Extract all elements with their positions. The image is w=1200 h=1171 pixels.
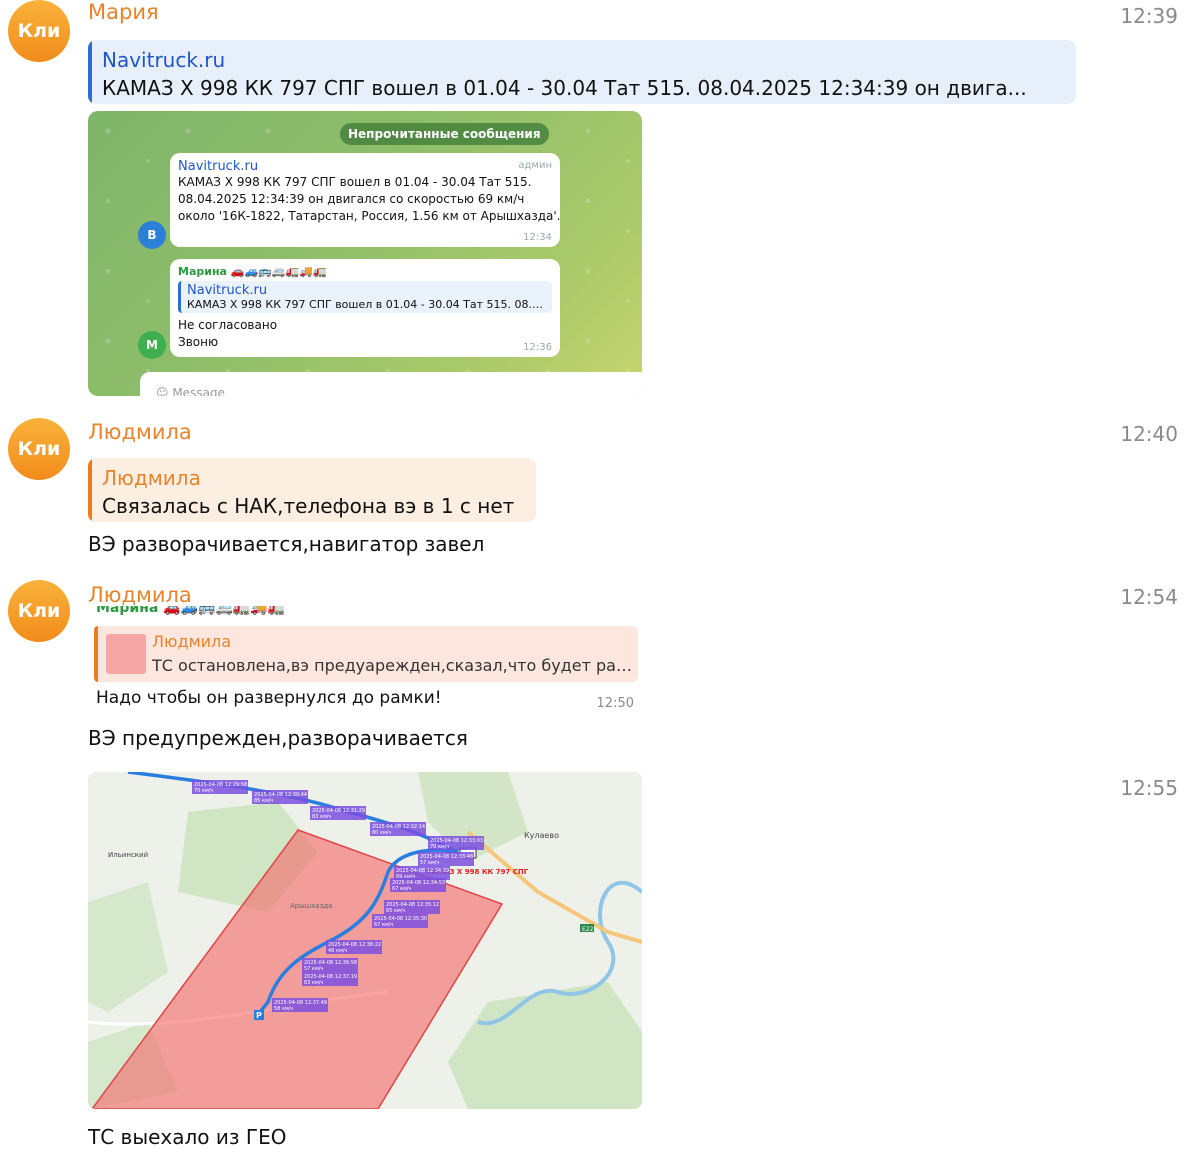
message-time: 12:40 bbox=[1120, 422, 1178, 446]
bubble-sender: Марина 🚗🚙🚌🚐🚛🚚🚛 bbox=[96, 606, 286, 616]
road-label: E22 bbox=[582, 926, 594, 933]
avatar[interactable]: Кли bbox=[8, 418, 70, 480]
bubble-time: 12:50 bbox=[596, 696, 634, 711]
bubble-time: 12:34 bbox=[523, 232, 552, 243]
avatar: M bbox=[138, 331, 166, 359]
town-label: Ильинский bbox=[108, 851, 148, 859]
reply-text: Связалась с НАК,телефона вэ в 1 с нет bbox=[102, 494, 515, 518]
bubble-time: 12:36 bbox=[523, 342, 552, 353]
screenshot-image[interactable]: Марина 🚗🚙🚌🚐🚛🚚🚛 Людмила ТС остановлена,вэ… bbox=[88, 606, 640, 718]
track-point-label: 2025-04-08 12:29:5870 км/ч bbox=[192, 780, 248, 794]
message-text: ТС выехало из ГЕО bbox=[88, 1125, 287, 1149]
track-point-label: 2025-04-08 12:36:2248 км/ч bbox=[326, 940, 382, 954]
track-point-speed: 57 км/ч bbox=[304, 966, 323, 972]
track-point-speed: 70 км/ч bbox=[430, 844, 449, 850]
sender-name[interactable]: Людмила bbox=[88, 583, 192, 607]
avatar[interactable]: Кли bbox=[8, 580, 70, 642]
track-point-speed: 70 км/ч bbox=[194, 788, 213, 794]
quote-thumbnail bbox=[106, 634, 146, 674]
screenshot-image[interactable]: Непрочитанные сообщения B Navitruck.ru а… bbox=[88, 111, 642, 396]
reply-quote[interactable]: Людмила Связалась с НАК,телефона вэ в 1 … bbox=[88, 458, 536, 522]
track-point-speed: 83 км/ч bbox=[312, 814, 331, 820]
track-point-speed: 57 км/ч bbox=[420, 860, 439, 866]
message-time: 12:55 bbox=[1120, 776, 1178, 800]
bubble-quote: Людмила ТС остановлена,вэ предуарежден,с… bbox=[94, 626, 638, 682]
track-point-speed: 67 км/ч bbox=[374, 922, 393, 928]
bubble-line: Не согласовано bbox=[178, 318, 278, 332]
message-text: ВЭ предупрежден,разворачивается bbox=[88, 726, 468, 750]
quote-text: ТС остановлена,вэ предуарежден,сказал,чт… bbox=[152, 656, 634, 675]
message-time: 12:54 bbox=[1120, 585, 1178, 609]
message-text: ВЭ разворачивается,навигатор завел bbox=[88, 532, 485, 556]
message-placeholder: Message bbox=[172, 386, 225, 396]
message-bubble: Navitruck.ru админ КАМАЗ Х 998 КК 797 СП… bbox=[170, 153, 561, 247]
bubble-sender: Navitruck.ru bbox=[178, 159, 259, 174]
map-canvas: Кулаево Ильинский Арышхазда E22 КАМАЗ Х … bbox=[88, 772, 642, 1109]
quote-text: КАМАЗ Х 998 КК 797 СПГ вошел в 01.04 - 3… bbox=[187, 298, 546, 311]
track-point-speed: 58 км/ч bbox=[274, 1006, 293, 1012]
track-point-label: 2025-04-08 12:35:3067 км/ч bbox=[372, 914, 428, 928]
reply-title: Navitruck.ru bbox=[102, 48, 226, 72]
track-point-speed: 85 км/ч bbox=[254, 798, 273, 804]
track-point-speed: 63 км/ч bbox=[304, 980, 323, 986]
track-point-label: 2025-04-08 12:34:5367 км/ч bbox=[390, 878, 446, 892]
track-point-speed: 80 км/ч bbox=[372, 830, 391, 836]
bubble-text: Надо чтобы он развернулся до рамки! bbox=[96, 688, 442, 708]
reply-text: КАМАЗ Х 998 КК 797 СПГ вошел в 01.04 - 3… bbox=[102, 76, 1027, 100]
track-point-label: 2025-04-08 12:35:1265 км/ч bbox=[384, 900, 440, 914]
avatar[interactable]: Кли bbox=[8, 0, 70, 62]
track-point-label: 2025-04-08 12:30:4485 км/ч bbox=[252, 790, 308, 804]
message-time: 12:39 bbox=[1120, 4, 1178, 28]
track-point-label: 2025-04-08 12:34:3969 км/ч bbox=[394, 866, 450, 880]
message-bubble: Марина 🚗🚙🚌🚐🚛🚚🚛 Navitruck.ru КАМАЗ Х 998 … bbox=[170, 259, 560, 357]
track-point-speed: 67 км/ч bbox=[392, 886, 411, 892]
quote-title: Navitruck.ru bbox=[187, 283, 268, 298]
quote-title: Людмила bbox=[152, 632, 232, 651]
sender-name[interactable]: Людмила bbox=[88, 420, 192, 444]
track-point-label: 2025-04-08 12:33:4857 км/ч bbox=[418, 852, 474, 866]
bubble-quote: Navitruck.ru КАМАЗ Х 998 КК 797 СПГ воше… bbox=[178, 281, 552, 313]
unread-divider: Непрочитанные сообщения bbox=[340, 123, 549, 145]
reply-quote[interactable]: Navitruck.ru КАМАЗ Х 998 КК 797 СПГ воше… bbox=[88, 40, 1076, 104]
town-label: Кулаево bbox=[524, 831, 559, 840]
track-point-label: 2025-04-08 12:31:2983 км/ч bbox=[310, 806, 366, 820]
track-point-speed: 65 км/ч bbox=[386, 908, 405, 914]
bubble-line: около '16К-1822, Татарстан, Россия, 1.56… bbox=[178, 209, 561, 223]
track-point-label: 2025-04-08 12:37:1963 км/ч bbox=[302, 972, 358, 986]
track-point-label: 2025-04-08 12:36:5857 км/ч bbox=[302, 958, 358, 972]
bubble-line: Звоню bbox=[178, 335, 219, 349]
avatar: B bbox=[138, 221, 166, 249]
track-point-label: 2025-04-08 12:33:0370 км/ч bbox=[428, 836, 484, 850]
track-point-label: 2025-04-08 12:32:1480 км/ч bbox=[370, 822, 426, 836]
track-point-speed: 48 км/ч bbox=[328, 948, 347, 954]
parking-icon-label: P bbox=[256, 1011, 262, 1020]
bubble-sender: Марина 🚗🚙🚌🚐🚛🚚🚛 bbox=[178, 265, 327, 278]
bubble-line: КАМАЗ Х 998 КК 797 СПГ вошел в 01.04 - 3… bbox=[178, 175, 532, 189]
admin-badge: админ bbox=[518, 160, 552, 171]
map-image[interactable]: Кулаево Ильинский Арышхазда E22 КАМАЗ Х … bbox=[88, 772, 642, 1109]
reply-title: Людмила bbox=[102, 466, 201, 490]
track-point-label: 2025-04-08 12:37:4958 км/ч bbox=[272, 998, 328, 1012]
message-input: ☺ Message bbox=[140, 372, 642, 396]
sender-name[interactable]: Мария bbox=[88, 0, 159, 24]
bubble-line: 08.04.2025 12:34:39 он двигался со скоро… bbox=[178, 192, 525, 206]
town-label: Арышхазда bbox=[290, 902, 332, 910]
